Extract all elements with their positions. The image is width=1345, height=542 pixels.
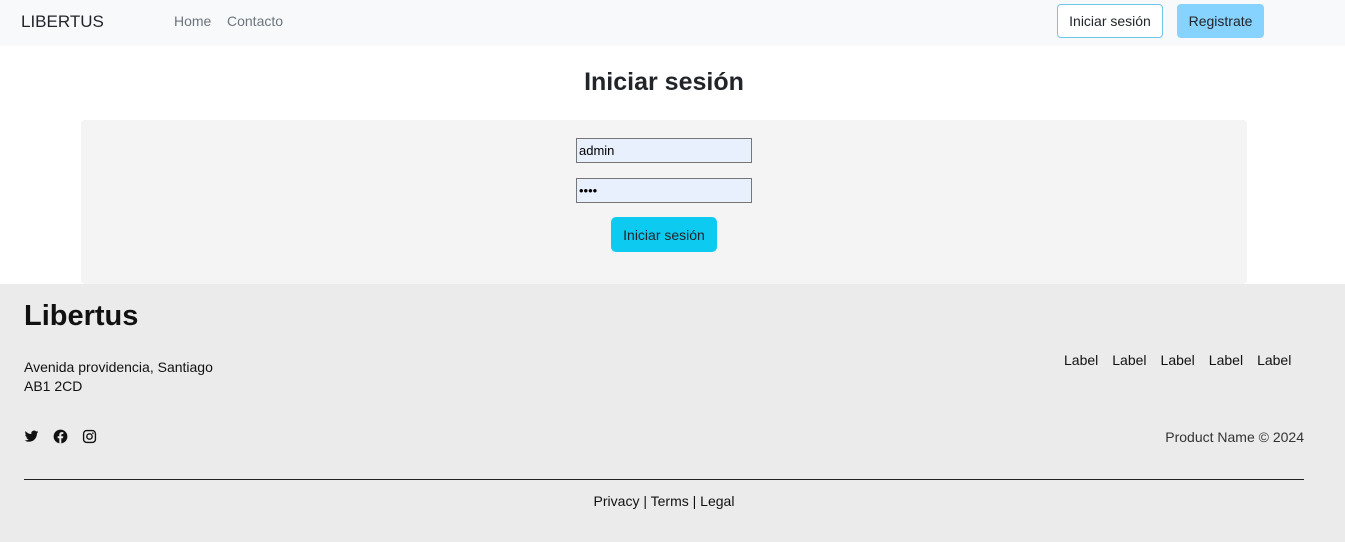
page-title: Iniciar sesión	[584, 68, 744, 96]
username-input[interactable]	[576, 138, 752, 163]
footer-link-label[interactable]: Label	[1161, 352, 1195, 368]
login-button[interactable]: Iniciar sesión	[1057, 4, 1163, 38]
social-links	[24, 429, 97, 444]
footer-link-label[interactable]: Label	[1064, 352, 1098, 368]
legal-separator: |	[692, 493, 697, 509]
copyright-text: Product Name © 2024	[1165, 429, 1304, 445]
terms-link[interactable]: Terms	[651, 493, 689, 509]
footer-title: Libertus	[24, 300, 139, 332]
navbar: LIBERTUS Home Contacto Iniciar sesión Re…	[0, 0, 1345, 46]
footer-link-label[interactable]: Label	[1209, 352, 1243, 368]
footer-divider	[24, 479, 1304, 480]
address-line-2: AB1 2CD	[24, 378, 83, 394]
password-input[interactable]	[576, 178, 752, 203]
instagram-icon[interactable]	[82, 429, 97, 444]
legal-links: Privacy | Terms | Legal	[0, 493, 1328, 509]
address-line-1: Avenida providencia, Santiago	[24, 359, 213, 375]
nav-link-home[interactable]: Home	[174, 13, 211, 29]
nav-link-contacto[interactable]: Contacto	[227, 13, 283, 29]
facebook-icon[interactable]	[53, 429, 68, 444]
footer-address: Avenida providencia, Santiago AB1 2CD	[24, 358, 213, 396]
privacy-link[interactable]: Privacy	[594, 493, 640, 509]
legal-separator: |	[643, 493, 647, 509]
submit-login-button[interactable]: Iniciar sesión	[611, 217, 717, 252]
register-button[interactable]: Registrate	[1177, 4, 1264, 38]
footer-link-label[interactable]: Label	[1112, 352, 1146, 368]
twitter-icon[interactable]	[24, 429, 39, 444]
footer: Libertus Avenida providencia, Santiago A…	[0, 284, 1345, 542]
footer-links: Label Label Label Label Label	[1064, 352, 1291, 368]
legal-link[interactable]: Legal	[700, 493, 734, 509]
brand-logo[interactable]: LIBERTUS	[21, 12, 104, 32]
footer-link-label[interactable]: Label	[1257, 352, 1291, 368]
